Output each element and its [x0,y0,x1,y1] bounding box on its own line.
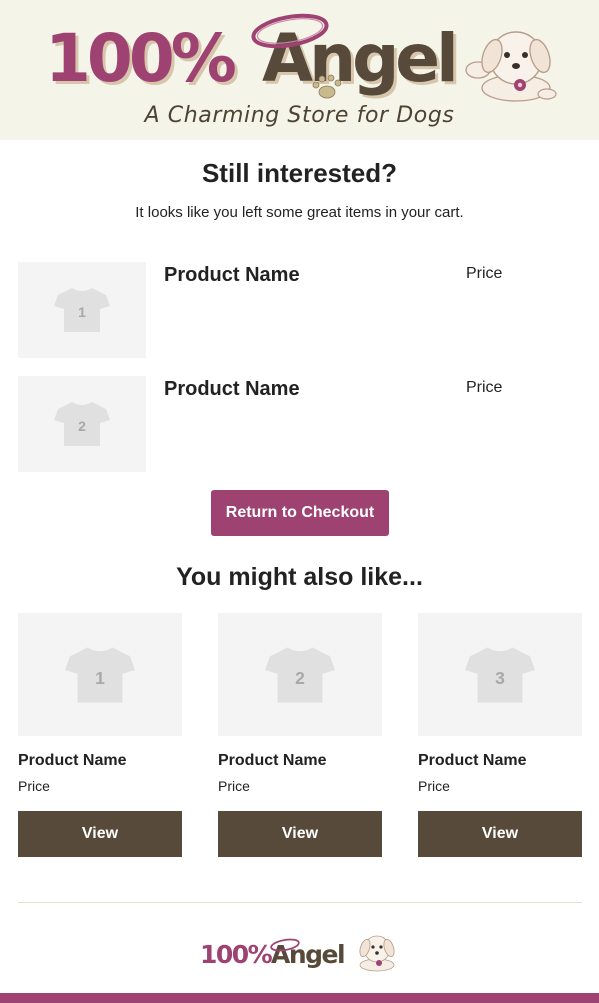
product-name[interactable]: Product Name [418,752,526,770]
product-name[interactable]: Product Name [218,752,326,770]
logo-text-100: 100% [45,20,236,97]
product-image-placeholder[interactable]: 3 [418,613,582,736]
product-price: Price [18,778,50,794]
product-name[interactable]: Product Name [164,378,300,401]
dog-mascot-icon [465,31,557,102]
product-name[interactable]: Product Name [18,752,126,770]
header-banner: 100% Angel 100% Angel A Charming Store f… [0,0,599,140]
product-number: 1 [78,304,86,320]
view-button[interactable]: View [218,811,382,857]
footer-logo-text-100: 100% [200,940,273,969]
page-subline: It looks like you left some great items … [135,204,464,221]
brand-logo[interactable]: 100% Angel 100% Angel [0,0,599,105]
logo-text-angel: Angel [262,20,455,97]
footer-divider [18,902,582,903]
brand-tagline: A Charming Store for Dogs [144,103,455,128]
page-headline: Still interested? [201,158,398,188]
product-number: 2 [295,668,305,688]
product-name[interactable]: Product Name [164,264,300,287]
t-shirt-icon: 1 [65,647,135,703]
product-image-placeholder[interactable]: 2 [18,376,146,472]
cart-item: 1 Product Name Price [18,262,578,358]
view-button[interactable]: View [18,811,182,857]
footer-logo-text-angel: Angel [271,940,344,969]
t-shirt-icon: 2 [265,647,335,703]
t-shirt-icon: 2 [54,402,110,446]
t-shirt-icon: 1 [54,288,110,332]
recommendations-title: You might also like... [176,563,423,591]
product-number: 2 [78,418,86,434]
product-image-placeholder[interactable]: 1 [18,613,182,736]
product-price: Price [466,379,503,396]
t-shirt-icon: 3 [465,647,535,703]
dog-mascot-icon [359,935,395,972]
footer-bottom-bar [0,993,599,1003]
return-to-checkout-button[interactable]: Return to Checkout [211,490,389,536]
product-number: 3 [495,668,505,688]
product-number: 1 [95,668,105,688]
view-button[interactable]: View [418,811,582,857]
product-image-placeholder[interactable]: 2 [218,613,382,736]
cart-item: 2 Product Name Price [18,376,578,472]
product-price: Price [418,778,450,794]
recommendation-card: 3 Product Name Price View [418,613,582,857]
recommendation-card: 2 Product Name Price View [218,613,382,857]
product-image-placeholder[interactable]: 1 [18,262,146,358]
recommendation-card: 1 Product Name Price View [18,613,182,857]
footer-brand-logo[interactable]: 100% Angel [195,925,405,977]
product-price: Price [218,778,250,794]
product-price: Price [466,265,503,282]
